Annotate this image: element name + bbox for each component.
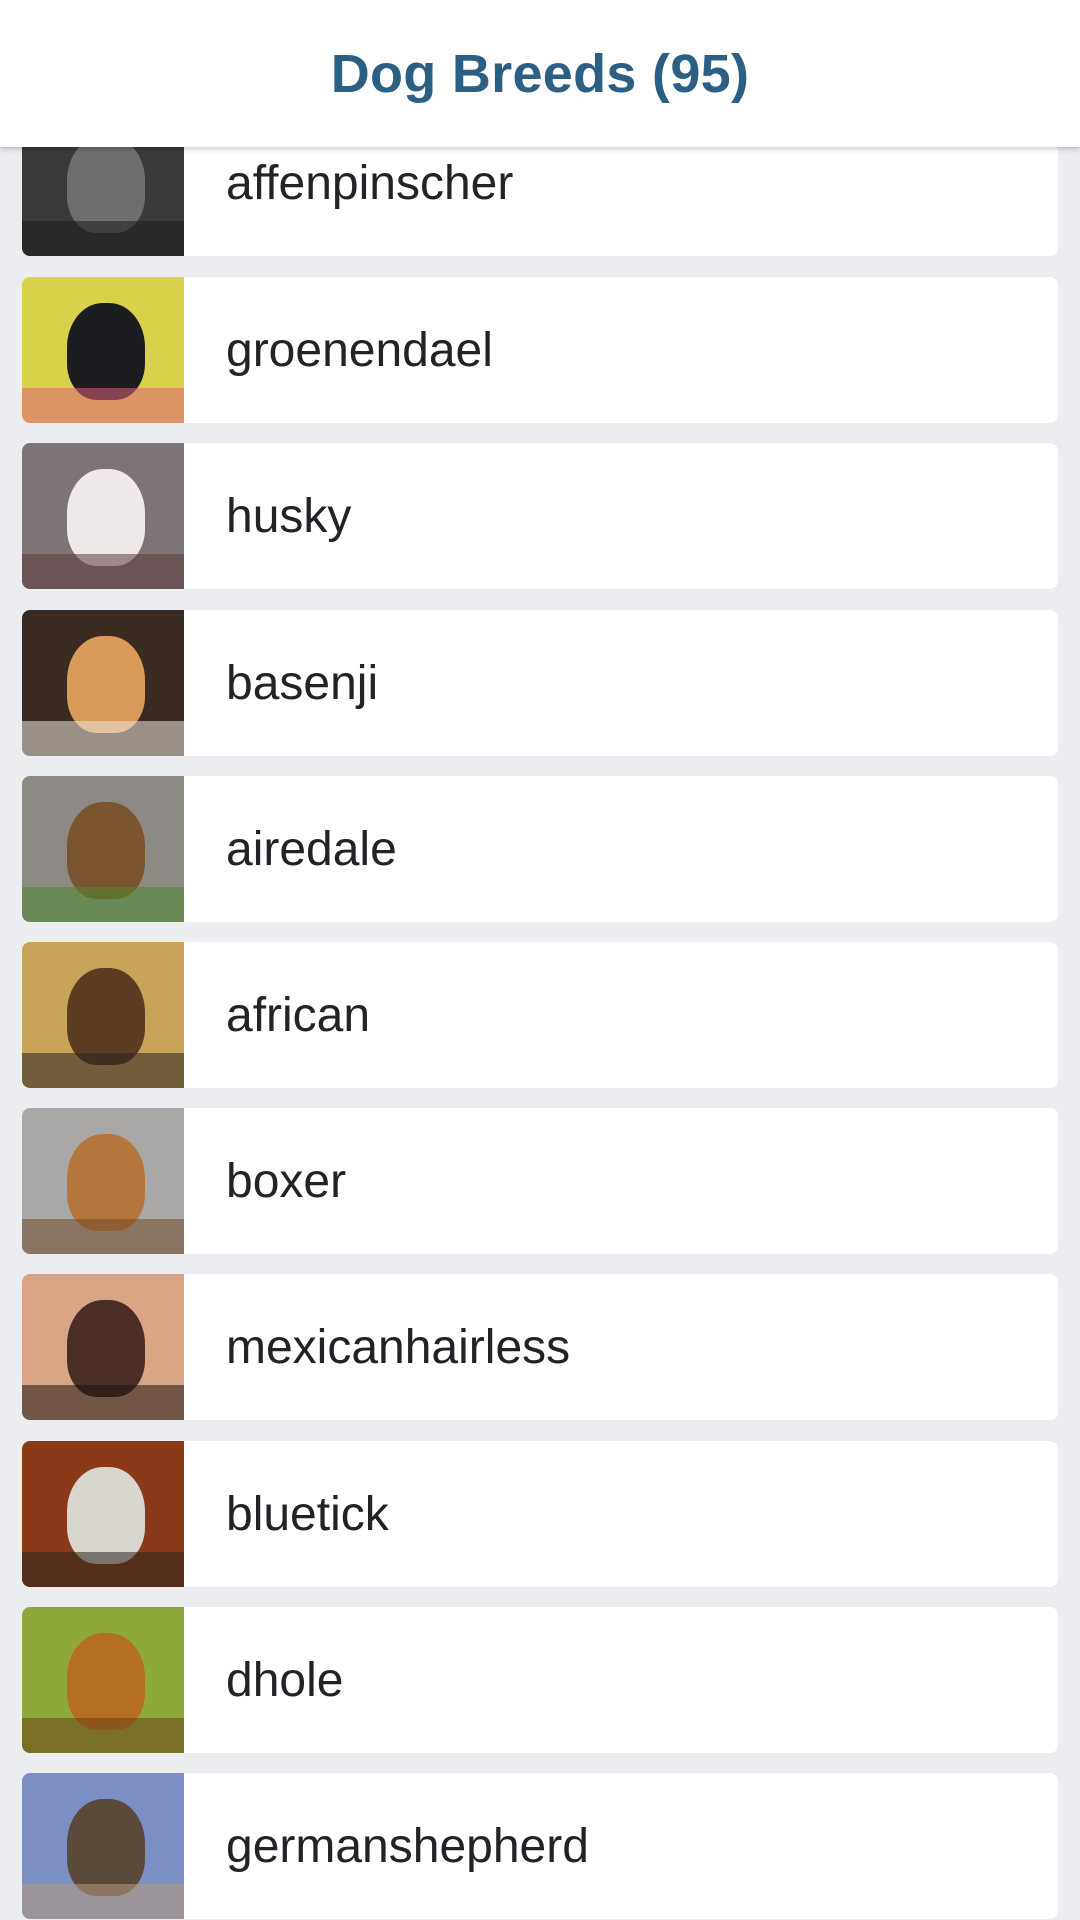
breed-name: airedale [226, 822, 397, 876]
black-shepherd-photo [22, 277, 184, 423]
breed-name: basenji [226, 656, 379, 710]
german-shepherd-photo [22, 1773, 184, 1919]
african-wild-dog-photo [22, 942, 184, 1088]
breed-name: groenendael [226, 323, 493, 377]
breed-name: african [226, 988, 371, 1042]
breed-name: mexicanhairless [226, 1320, 571, 1374]
black-shaggy-dog-photo [22, 147, 184, 256]
list-item[interactable]: groenendael [22, 277, 1058, 423]
app-header: Dog Breeds (95) [0, 0, 1080, 147]
page-title: Dog Breeds (95) [330, 43, 750, 104]
husky-on-gravel-photo [22, 443, 184, 589]
breed-name: boxer [226, 1154, 347, 1208]
boxer-puppy-photo [22, 1108, 184, 1254]
breed-name: bluetick [226, 1487, 389, 1541]
list-item[interactable]: basenji [22, 610, 1058, 756]
bluetick-hound-photo [22, 1441, 184, 1587]
list-item[interactable]: husky [22, 443, 1058, 589]
list-item[interactable]: bluetick [22, 1441, 1058, 1587]
breed-name: husky [226, 489, 352, 543]
dhole-on-grass-photo [22, 1607, 184, 1753]
breed-name: dhole [226, 1653, 344, 1707]
list-item[interactable]: airedale [22, 776, 1058, 922]
breed-name: affenpinscher [226, 156, 514, 210]
list-item[interactable]: germanshepherd [22, 1773, 1058, 1919]
basenji-with-puppies-photo [22, 610, 184, 756]
list-item[interactable]: mexicanhairless [22, 1274, 1058, 1420]
list-item[interactable]: affenpinscher [22, 147, 1058, 256]
list-item[interactable]: boxer [22, 1108, 1058, 1254]
list-item[interactable]: african [22, 942, 1058, 1088]
breed-list[interactable]: affenpinscher groenendael husky basenji … [0, 147, 1080, 1920]
airedale-on-grass-photo [22, 776, 184, 922]
list-item[interactable]: dhole [22, 1607, 1058, 1753]
woman-with-hairless-dogs-photo [22, 1274, 184, 1420]
breed-name: germanshepherd [226, 1819, 589, 1873]
